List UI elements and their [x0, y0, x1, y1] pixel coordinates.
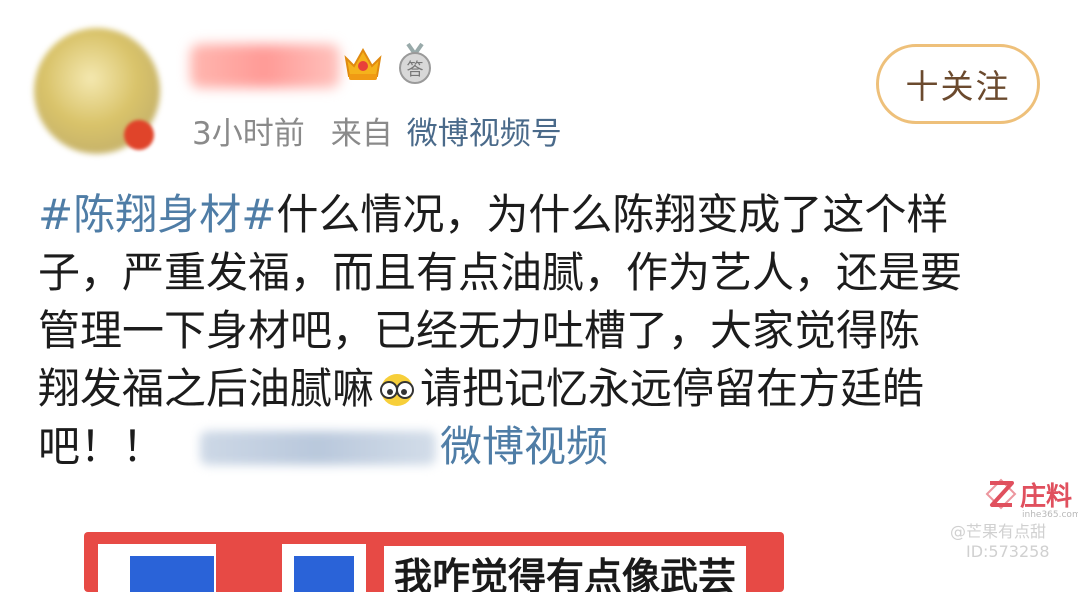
content-text: 吧！！ [38, 422, 165, 471]
glasses-emoji-icon [380, 374, 415, 406]
svg-text:答: 答 [407, 60, 424, 80]
post-meta: 3小时前 来自 微博视频号 [192, 112, 562, 156]
follow-button[interactable]: 十关注 [876, 44, 1040, 124]
video-caption: 我咋觉得有点像武芸 [384, 546, 747, 592]
content-line-2: 子，严重发福，而且有点油腻，作为艺人，还是要 [38, 248, 963, 297]
post-time: 3小时前 [192, 116, 305, 152]
content-line-4: 翔发福之后油腻嘛 请把记忆永远停留在方廷皓 [38, 360, 1038, 418]
content-line-5: 吧！！ 微博视频 [38, 418, 1038, 476]
username-blurred[interactable] [190, 44, 340, 88]
post-source-link[interactable]: 微博视频号 [407, 116, 562, 152]
content-line-3: 管理一下身材吧，已经无力吐槽了，大家觉得陈 [38, 306, 921, 355]
verified-badge [124, 120, 154, 150]
video-link[interactable]: 微博视频 [440, 422, 608, 471]
post-content: #陈翔身材#什么情况，为什么陈翔变成了这个样 子，严重发福，而且有点油腻，作为艺… [38, 186, 1038, 476]
content-text: 请把记忆永远停留在方廷皓 [420, 364, 925, 413]
watermark-brand: 庄料 [1020, 481, 1073, 512]
hashtag-link[interactable]: #陈翔身材# [38, 190, 276, 239]
content-text: 翔发福之后油腻嘛 [38, 364, 375, 413]
thumbnail-panel-inner [294, 556, 354, 592]
watermark-z-icon [985, 478, 1017, 510]
post-from-label: 来自 [330, 116, 393, 152]
medal-icon: 答 [399, 42, 431, 84]
watermark-user: @芒果有点甜 [950, 522, 1047, 541]
thumbnail-panel-inner [130, 556, 214, 592]
blurred-video-title[interactable] [200, 431, 437, 465]
content-text: 什么情况，为什么陈翔变成了这个样 [276, 190, 949, 239]
video-thumbnail[interactable]: 我咋觉得有点像武芸 [84, 532, 784, 592]
watermark-id: ID:573258 [966, 542, 1050, 561]
content-line-1: #陈翔身材#什么情况，为什么陈翔变成了这个样 [38, 186, 1038, 244]
crown-icon [344, 47, 382, 80]
